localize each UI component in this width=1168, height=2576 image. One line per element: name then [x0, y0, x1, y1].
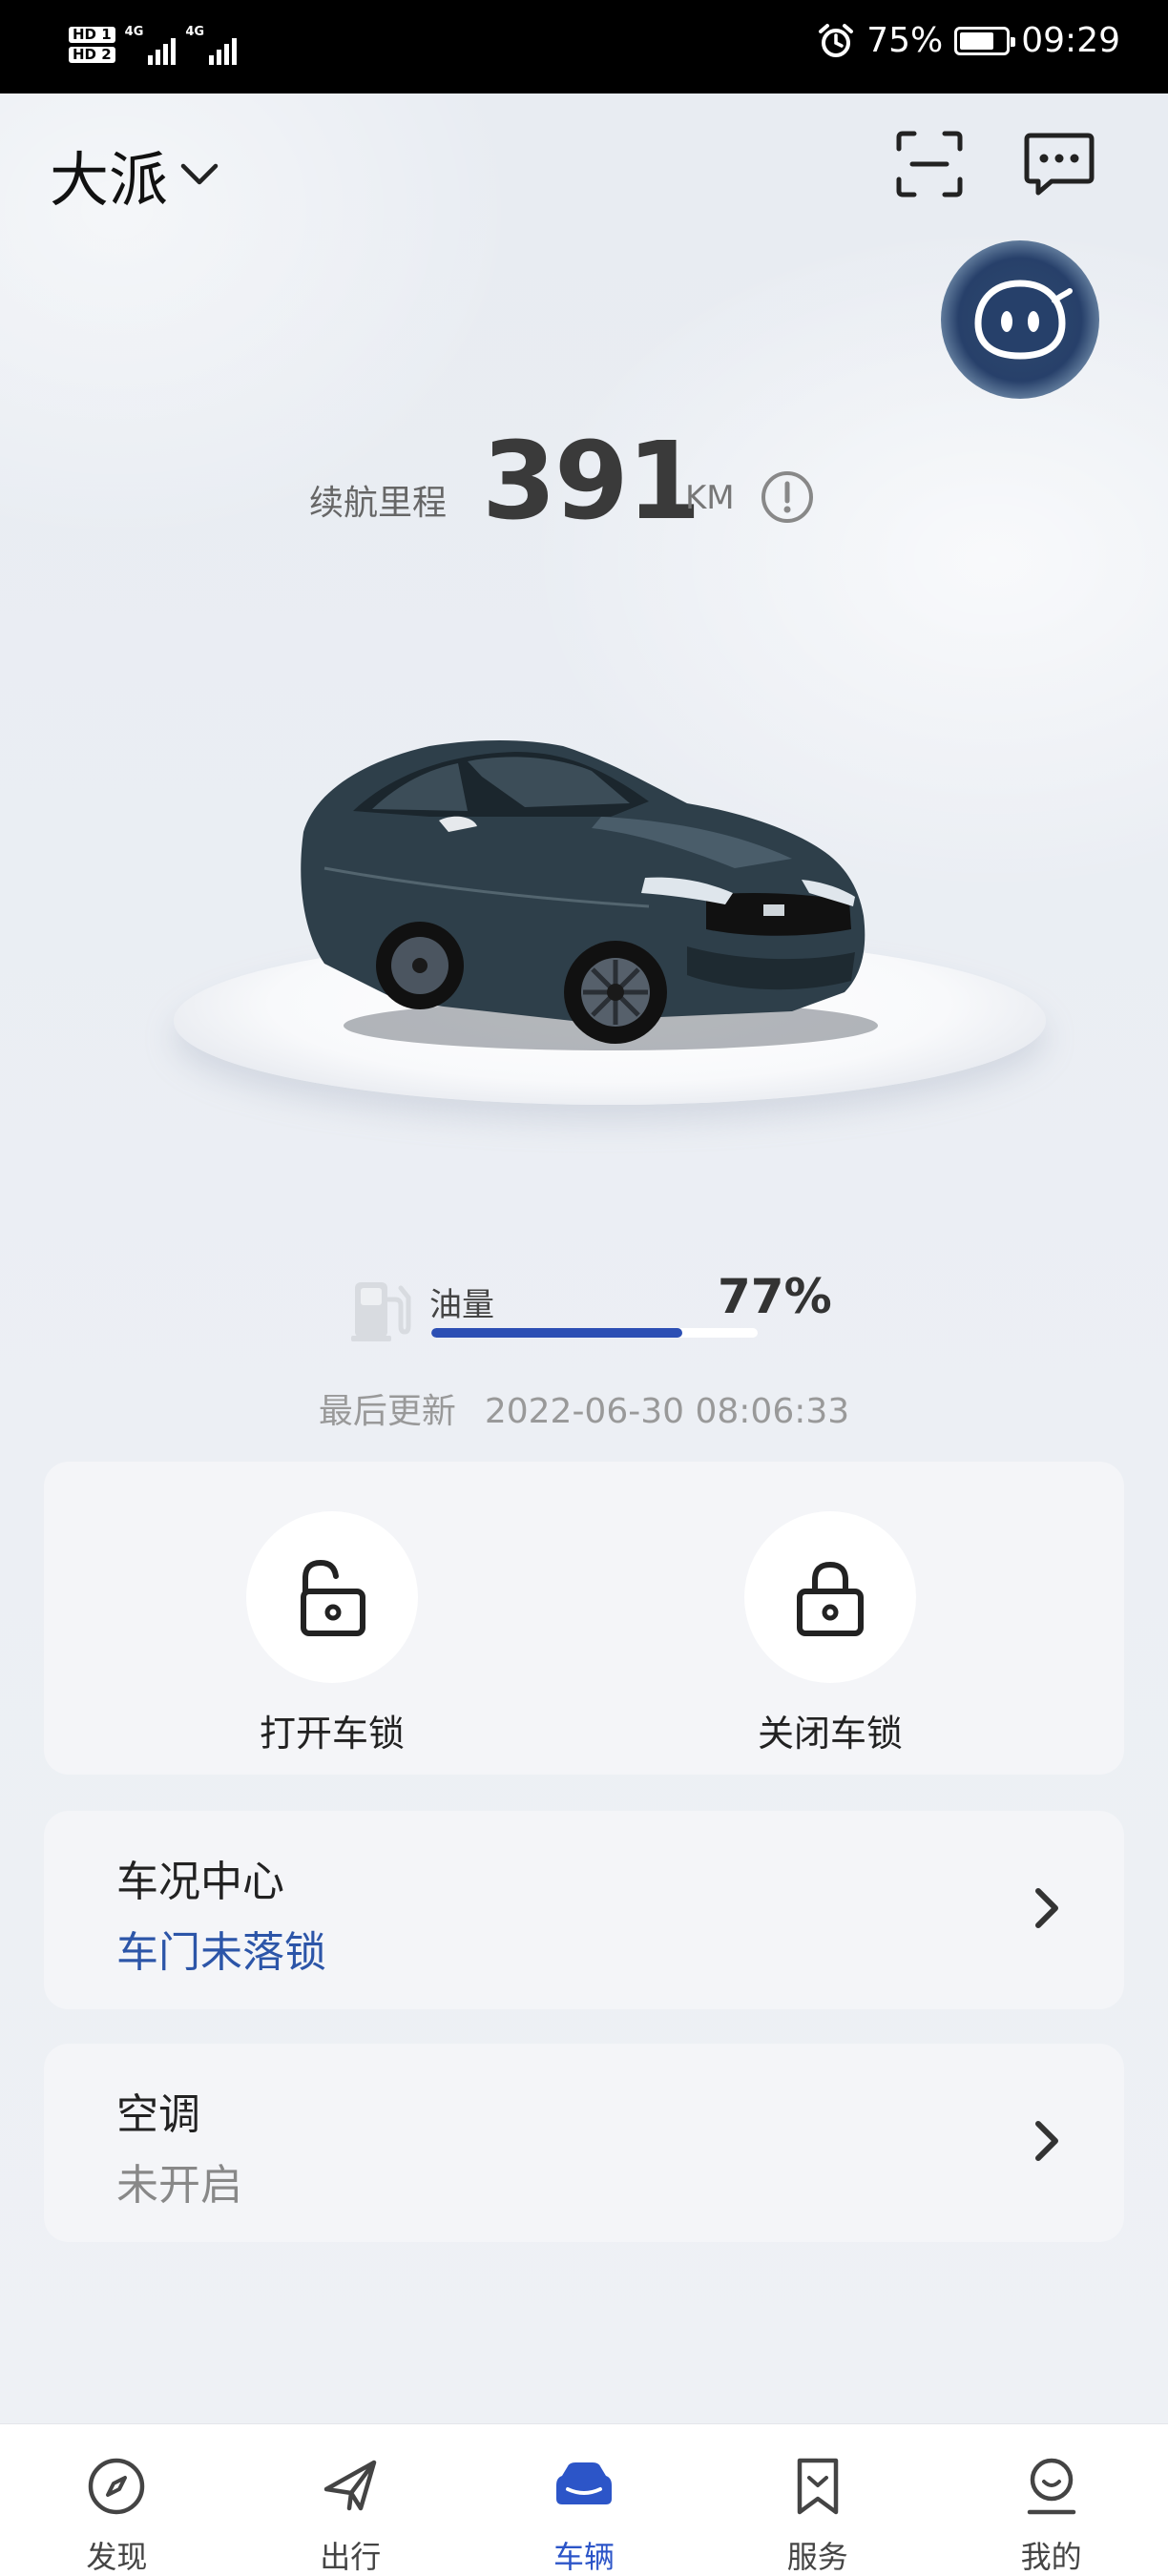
bookmark-icon — [797, 2458, 839, 2515]
status-bar: HD 1 HD 2 4G 4G 75% 09:29 — [0, 0, 1168, 93]
chevron-right-icon — [1035, 1888, 1058, 1928]
car-name: 大派 — [50, 145, 169, 215]
assistant-robot-icon — [974, 280, 1073, 360]
fuel-progress-fill — [431, 1328, 683, 1338]
car-selector[interactable]: 大派 — [50, 132, 221, 218]
nav-label-service: 服务 — [786, 2539, 848, 2575]
fuel-section: 油量 77% — [0, 1259, 1168, 1345]
signal-1-icon: 4G — [125, 25, 177, 65]
info-icon[interactable] — [760, 469, 815, 525]
sim-indicators: HD 1 HD 2 — [69, 27, 115, 63]
signal-2-icon: 4G — [185, 25, 238, 65]
lock-control-card: 打开车锁 关闭车锁 — [44, 1462, 1124, 1775]
fuel-percent: 77% — [718, 1269, 832, 1324]
clock: 09:29 — [1021, 21, 1120, 60]
lock-button-circle[interactable] — [744, 1511, 916, 1683]
vehicle-status-text: 车门未落锁 — [116, 1928, 326, 1977]
compass-icon — [89, 2458, 145, 2515]
bottom-nav: 发现 出行 车辆 服务 我的 — [0, 2423, 1168, 2576]
plane-icon — [323, 2460, 377, 2511]
sim1-badge: HD 1 — [69, 27, 115, 43]
nav-label-trip: 出行 — [320, 2539, 382, 2575]
chevron-down-icon — [180, 163, 219, 185]
network-1-label: 4G — [124, 25, 144, 39]
chevron-right-icon — [1035, 2121, 1058, 2161]
unlock-button[interactable]: 打开车锁 — [208, 1511, 456, 1756]
nav-label-discover: 发现 — [86, 2539, 148, 2575]
unlock-icon — [301, 1559, 365, 1636]
last-updated-label: 最后更新 — [318, 1392, 456, 1431]
fuel-progress-bar — [431, 1328, 758, 1338]
fuel-pump-icon — [351, 1282, 411, 1341]
nav-item-profile[interactable]: 我的 — [934, 2424, 1168, 2576]
lock-icon — [797, 1561, 864, 1636]
nav-item-trip[interactable]: 出行 — [234, 2424, 468, 2576]
range-value: 391 — [482, 420, 701, 544]
lock-button[interactable]: 关闭车锁 — [706, 1511, 954, 1756]
nav-item-service[interactable]: 服务 — [700, 2424, 934, 2576]
last-updated-timestamp: 2022-06-30 08:06:33 — [484, 1392, 850, 1431]
climate-title: 空调 — [116, 2090, 200, 2139]
nav-item-discover[interactable]: 发现 — [0, 2424, 234, 2576]
vehicle-status-title: 车况中心 — [116, 1858, 284, 1906]
lock-label: 关闭车锁 — [757, 1713, 903, 1755]
scan-icon[interactable] — [893, 128, 966, 200]
network-2-label: 4G — [185, 25, 205, 39]
car-image — [301, 740, 878, 1050]
nav-item-vehicle[interactable]: 车辆 — [468, 2424, 701, 2576]
profile-icon — [1027, 2458, 1075, 2515]
unlock-label: 打开车锁 — [259, 1713, 405, 1755]
nav-label-vehicle: 车辆 — [553, 2539, 615, 2575]
battery-percent: 75% — [866, 21, 944, 60]
range-unit: KM — [685, 479, 735, 517]
car-icon — [555, 2462, 612, 2504]
range-section: 续航里程 391 KM — [0, 420, 1168, 553]
vehicle-status-card[interactable]: 车况中心 车门未落锁 — [44, 1811, 1124, 2009]
range-label: 续航里程 — [309, 484, 448, 523]
fuel-label: 油量 — [429, 1286, 494, 1324]
alarm-icon — [819, 23, 854, 57]
assistant-robot-button[interactable] — [941, 240, 1099, 399]
unlock-button-circle[interactable] — [246, 1511, 418, 1683]
car-display — [0, 725, 1168, 1145]
message-icon[interactable] — [1023, 128, 1095, 200]
climate-status: 未开启 — [116, 2161, 242, 2210]
battery-icon — [954, 26, 1016, 55]
last-updated: 最后更新 2022-06-30 08:06:33 — [0, 1383, 1168, 1433]
sim2-badge: HD 2 — [69, 47, 115, 63]
nav-label-profile: 我的 — [1020, 2539, 1082, 2575]
climate-card[interactable]: 空调 未开启 — [44, 2044, 1124, 2242]
